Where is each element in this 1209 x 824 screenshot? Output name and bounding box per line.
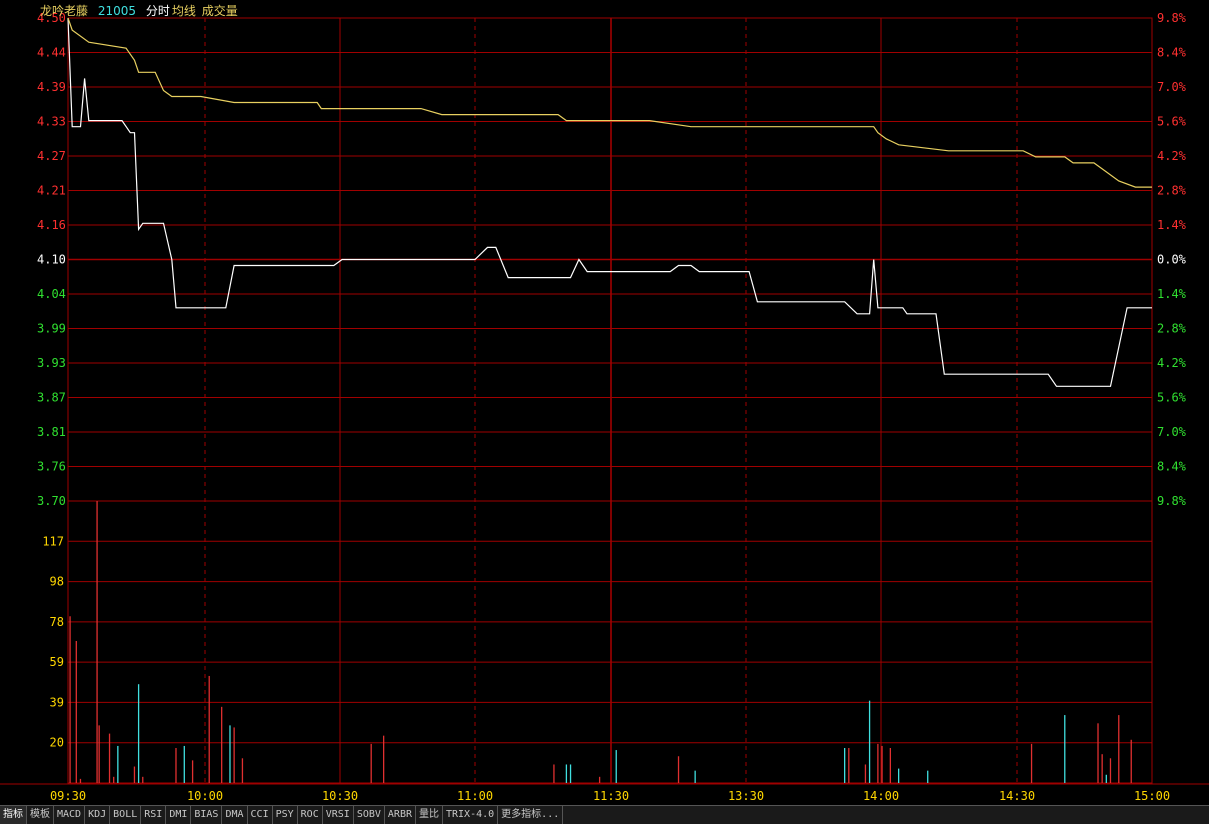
indicator-tab[interactable]: DMI <box>166 806 192 824</box>
percent-tick-label: 7.0% <box>1157 425 1187 439</box>
indicator-tab[interactable]: 量比 <box>416 806 443 824</box>
percent-tick-label: 9.8% <box>1157 11 1187 25</box>
percent-tick-label: 8.4% <box>1157 460 1187 474</box>
volume-tick-label: 78 <box>50 615 64 629</box>
time-tick-label: 10:30 <box>322 789 358 803</box>
percent-tick-label: 5.6% <box>1157 115 1187 129</box>
percent-tick-label: 1.4% <box>1157 287 1187 301</box>
indicator-tab[interactable]: ARBR <box>385 806 416 824</box>
indicator-tab-bar: 指标 模板 MACD KDJ BOLL RSI DMI BIAS DMA CCI PSY ROC VRS… <box>0 805 1209 824</box>
price-tick-label: 4.33 <box>37 115 66 129</box>
percent-tick-label: 0.0% <box>1157 253 1187 267</box>
indicator-tab[interactable]: TRIX-4.0 <box>443 806 499 824</box>
percent-tick-label: 2.8% <box>1157 322 1187 336</box>
stock-code: 21005 <box>97 4 137 18</box>
price-tick-label: 3.99 <box>37 322 66 336</box>
indicator-tab[interactable]: PSY <box>273 806 298 824</box>
time-tick-label: 11:30 <box>593 789 629 803</box>
time-tick-label: 11:00 <box>457 789 493 803</box>
volume-tick-label: 59 <box>50 655 64 669</box>
indicator-tab[interactable]: BIAS <box>191 806 223 824</box>
price-tick-label: 4.21 <box>37 184 66 198</box>
indicator-tab[interactable]: 更多指标... <box>498 806 564 824</box>
indicator-tab[interactable]: MACD <box>54 806 86 824</box>
percent-tick-label: 1.4% <box>1157 218 1187 232</box>
indicator-tab[interactable]: BOLL <box>110 806 142 824</box>
price-tick-label: 3.81 <box>37 425 66 439</box>
volume-tick-label: 117 <box>42 534 64 548</box>
percent-tick-label: 7.0% <box>1157 80 1187 94</box>
price-tick-label: 4.16 <box>37 218 66 232</box>
indicator-tab[interactable]: SOBV <box>354 806 385 824</box>
price-tick-label: 4.27 <box>37 149 66 163</box>
price-tick-label: 4.44 <box>37 46 66 60</box>
percent-tick-label: 4.2% <box>1157 149 1187 163</box>
volume-tick-label: 39 <box>50 695 64 709</box>
intraday-chart[interactable]: 4.504.444.394.334.274.214.164.104.043.99… <box>0 0 1209 805</box>
percent-tick-label: 2.8% <box>1157 184 1187 198</box>
percent-tick-label: 8.4% <box>1157 46 1187 60</box>
price-tick-label: 3.70 <box>37 494 66 508</box>
time-tick-label: 14:30 <box>999 789 1035 803</box>
time-tick-label: 14:00 <box>863 789 899 803</box>
percent-tick-label: 5.6% <box>1157 391 1187 405</box>
legend-fenshi: 分时 <box>145 4 170 18</box>
time-tick-label: 10:00 <box>187 789 223 803</box>
indicator-tab[interactable]: DMA <box>222 806 248 824</box>
legend-volume: 成交量 <box>201 4 238 18</box>
stock-name: 龙吟老藤 <box>40 4 89 18</box>
price-tick-label: 3.76 <box>37 460 66 474</box>
indicator-tab[interactable]: CCI <box>248 806 273 824</box>
volume-tick-label: 20 <box>50 736 64 750</box>
indicator-tab[interactable]: VRSI <box>323 806 354 824</box>
indicator-tab[interactable]: 指标 <box>0 806 27 824</box>
indicator-tab[interactable]: RSI <box>141 806 167 824</box>
price-tick-label: 3.87 <box>37 391 66 405</box>
price-tick-label: 3.93 <box>37 356 66 370</box>
volume-tick-label: 98 <box>50 575 64 589</box>
indicator-tab[interactable]: ROC <box>298 806 323 824</box>
price-tick-label: 4.39 <box>37 80 66 94</box>
legend-junxian: 均线 <box>171 4 196 18</box>
price-tick-label: 4.10 <box>37 253 66 267</box>
percent-tick-label: 4.2% <box>1157 356 1187 370</box>
percent-tick-label: 9.8% <box>1157 494 1187 508</box>
price-tick-label: 4.04 <box>37 287 66 301</box>
indicator-tab[interactable]: 模板 <box>27 806 54 824</box>
time-tick-label: 09:30 <box>50 789 86 803</box>
time-tick-label: 13:30 <box>728 789 764 803</box>
time-tick-label: 15:00 <box>1134 789 1170 803</box>
chart-title-bar: 龙吟老藤 21005 分时 均线 成交量 <box>40 2 244 19</box>
indicator-tab[interactable]: KDJ <box>85 806 111 824</box>
